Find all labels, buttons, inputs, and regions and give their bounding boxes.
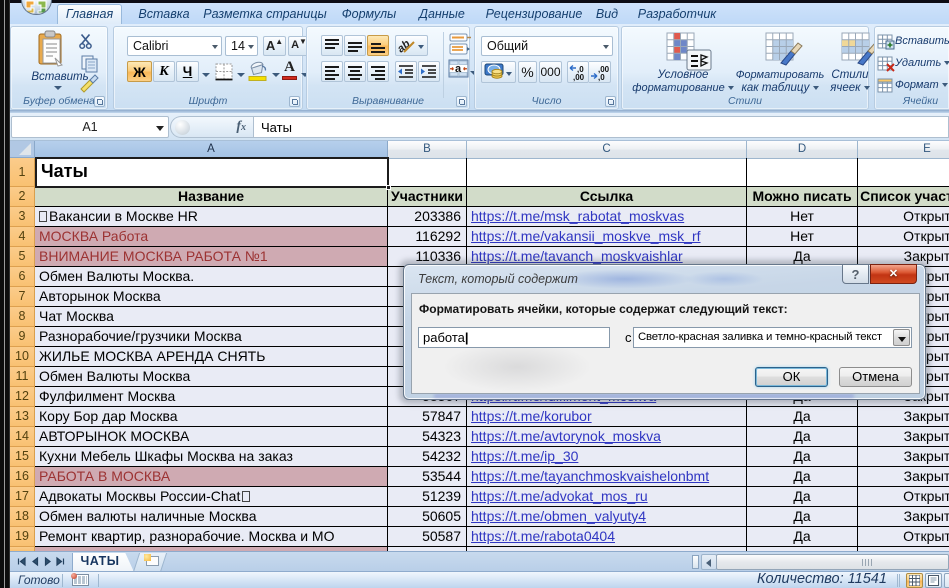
svg-text:,0: ,0 [598,73,605,82]
svg-text:,00: ,00 [573,73,585,82]
svg-text:a: a [455,63,462,75]
